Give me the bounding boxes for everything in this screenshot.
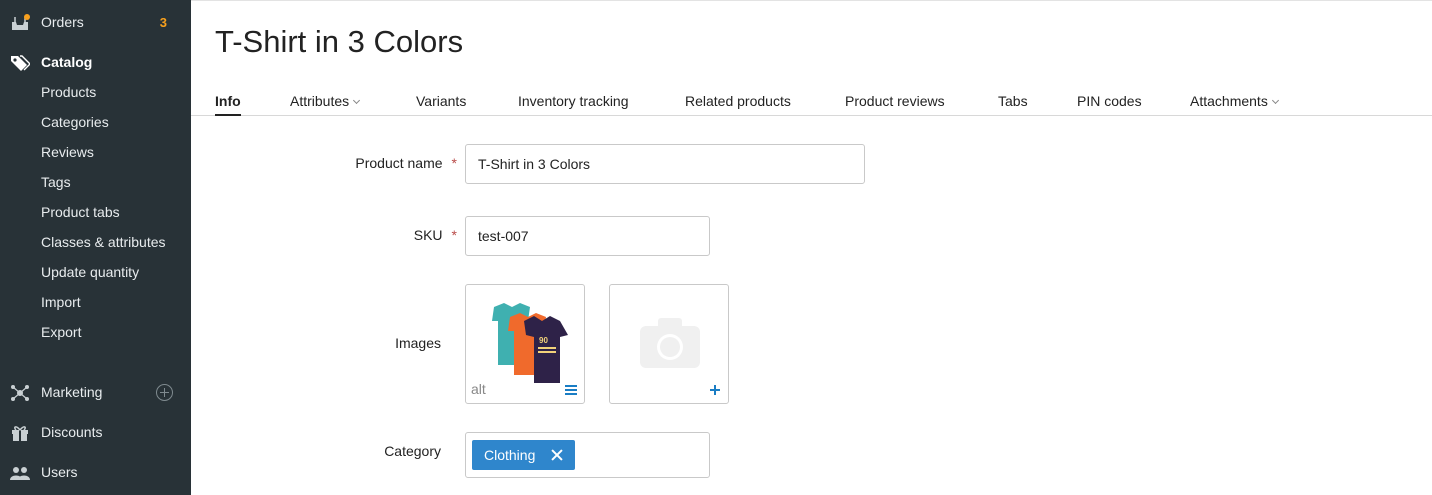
sidebar-item-discounts[interactable]: Discounts — [0, 417, 191, 447]
product-image-thumbnail[interactable]: 90 alt — [465, 284, 585, 404]
product-name-label: Product name * — [300, 155, 457, 171]
sidebar-subitem-tags[interactable]: Tags — [41, 167, 71, 197]
required-mark: * — [451, 155, 457, 171]
sidebar-subitem-update-quantity[interactable]: Update quantity — [41, 257, 139, 287]
chevron-down-icon — [353, 96, 361, 105]
image-alt-text: alt — [471, 381, 486, 397]
add-marketing-icon[interactable] — [156, 384, 173, 401]
sidebar-subitem-reviews[interactable]: Reviews — [41, 137, 94, 167]
users-icon — [10, 467, 30, 480]
sidebar-item-label: Users — [41, 464, 78, 480]
gift-icon — [12, 426, 28, 441]
orders-count-badge: 3 — [159, 14, 167, 30]
sidebar-item-label: Catalog — [41, 54, 93, 70]
tab-inventory-tracking[interactable]: Inventory tracking — [518, 93, 629, 116]
sidebar-item-marketing[interactable]: Marketing — [0, 377, 191, 407]
camera-icon — [640, 318, 700, 368]
remove-tag-close-icon[interactable] — [551, 449, 563, 461]
hamburger-menu-icon[interactable] — [565, 385, 577, 395]
tab-attachments[interactable]: Attachments — [1190, 93, 1279, 116]
category-label: Category — [384, 443, 441, 459]
sidebar-item-label: Marketing — [41, 384, 103, 400]
tab-label: Attachments — [1190, 93, 1268, 109]
product-name-input[interactable]: T-Shirt in 3 Colors — [465, 144, 865, 184]
tab-related-products[interactable]: Related products — [685, 93, 791, 116]
tab-attributes[interactable]: Attributes — [290, 93, 361, 116]
tab-pin-codes[interactable]: PIN codes — [1077, 93, 1142, 116]
tab-info[interactable]: Info — [215, 93, 241, 116]
label-text: SKU — [413, 227, 443, 243]
tags-icon — [11, 55, 30, 71]
tab-product-reviews[interactable]: Product reviews — [845, 93, 945, 116]
tab-label: Attributes — [290, 93, 350, 109]
marketing-network-icon — [11, 385, 29, 401]
tab-bar: Info Attributes Variants Inventory track… — [191, 88, 1432, 116]
add-image-box[interactable] — [609, 284, 729, 404]
sidebar-subitem-categories[interactable]: Categories — [41, 107, 109, 137]
category-tag-label: Clothing — [484, 447, 536, 463]
orders-inbox-icon — [12, 14, 30, 30]
svg-text:90: 90 — [539, 336, 548, 345]
category-input[interactable]: Clothing — [465, 432, 710, 478]
sidebar-subitem-classes-attributes[interactable]: Classes & attributes — [41, 227, 166, 257]
sku-input[interactable]: test-007 — [465, 216, 710, 256]
label-text: Product name — [355, 155, 443, 171]
tab-tabs[interactable]: Tabs — [998, 93, 1028, 116]
images-label: Images — [395, 335, 441, 351]
sidebar-item-catalog[interactable]: Catalog — [0, 47, 191, 77]
tshirts-image: 90 — [492, 303, 568, 383]
chevron-down-icon — [1271, 96, 1279, 105]
plus-icon[interactable] — [710, 385, 720, 395]
required-mark: * — [451, 227, 457, 243]
top-divider — [191, 0, 1432, 1]
sidebar-item-label: Discounts — [41, 424, 103, 440]
sidebar-subitem-products[interactable]: Products — [41, 77, 96, 107]
sidebar-subitem-product-tabs[interactable]: Product tabs — [41, 197, 120, 227]
page-title: T-Shirt in 3 Colors — [215, 24, 464, 59]
sidebar-item-users[interactable]: Users — [0, 457, 191, 487]
sku-label: SKU * — [300, 227, 457, 243]
tab-variants[interactable]: Variants — [416, 93, 466, 116]
sidebar-item-orders[interactable]: Orders 3 — [0, 7, 191, 37]
sidebar-subitem-export[interactable]: Export — [41, 317, 81, 347]
sidebar-item-label: Orders — [41, 14, 84, 30]
category-tag: Clothing — [472, 440, 576, 470]
sidebar-subitem-import[interactable]: Import — [41, 287, 81, 317]
sidebar: Orders 3 Catalog Products Categories Rev… — [0, 0, 191, 495]
